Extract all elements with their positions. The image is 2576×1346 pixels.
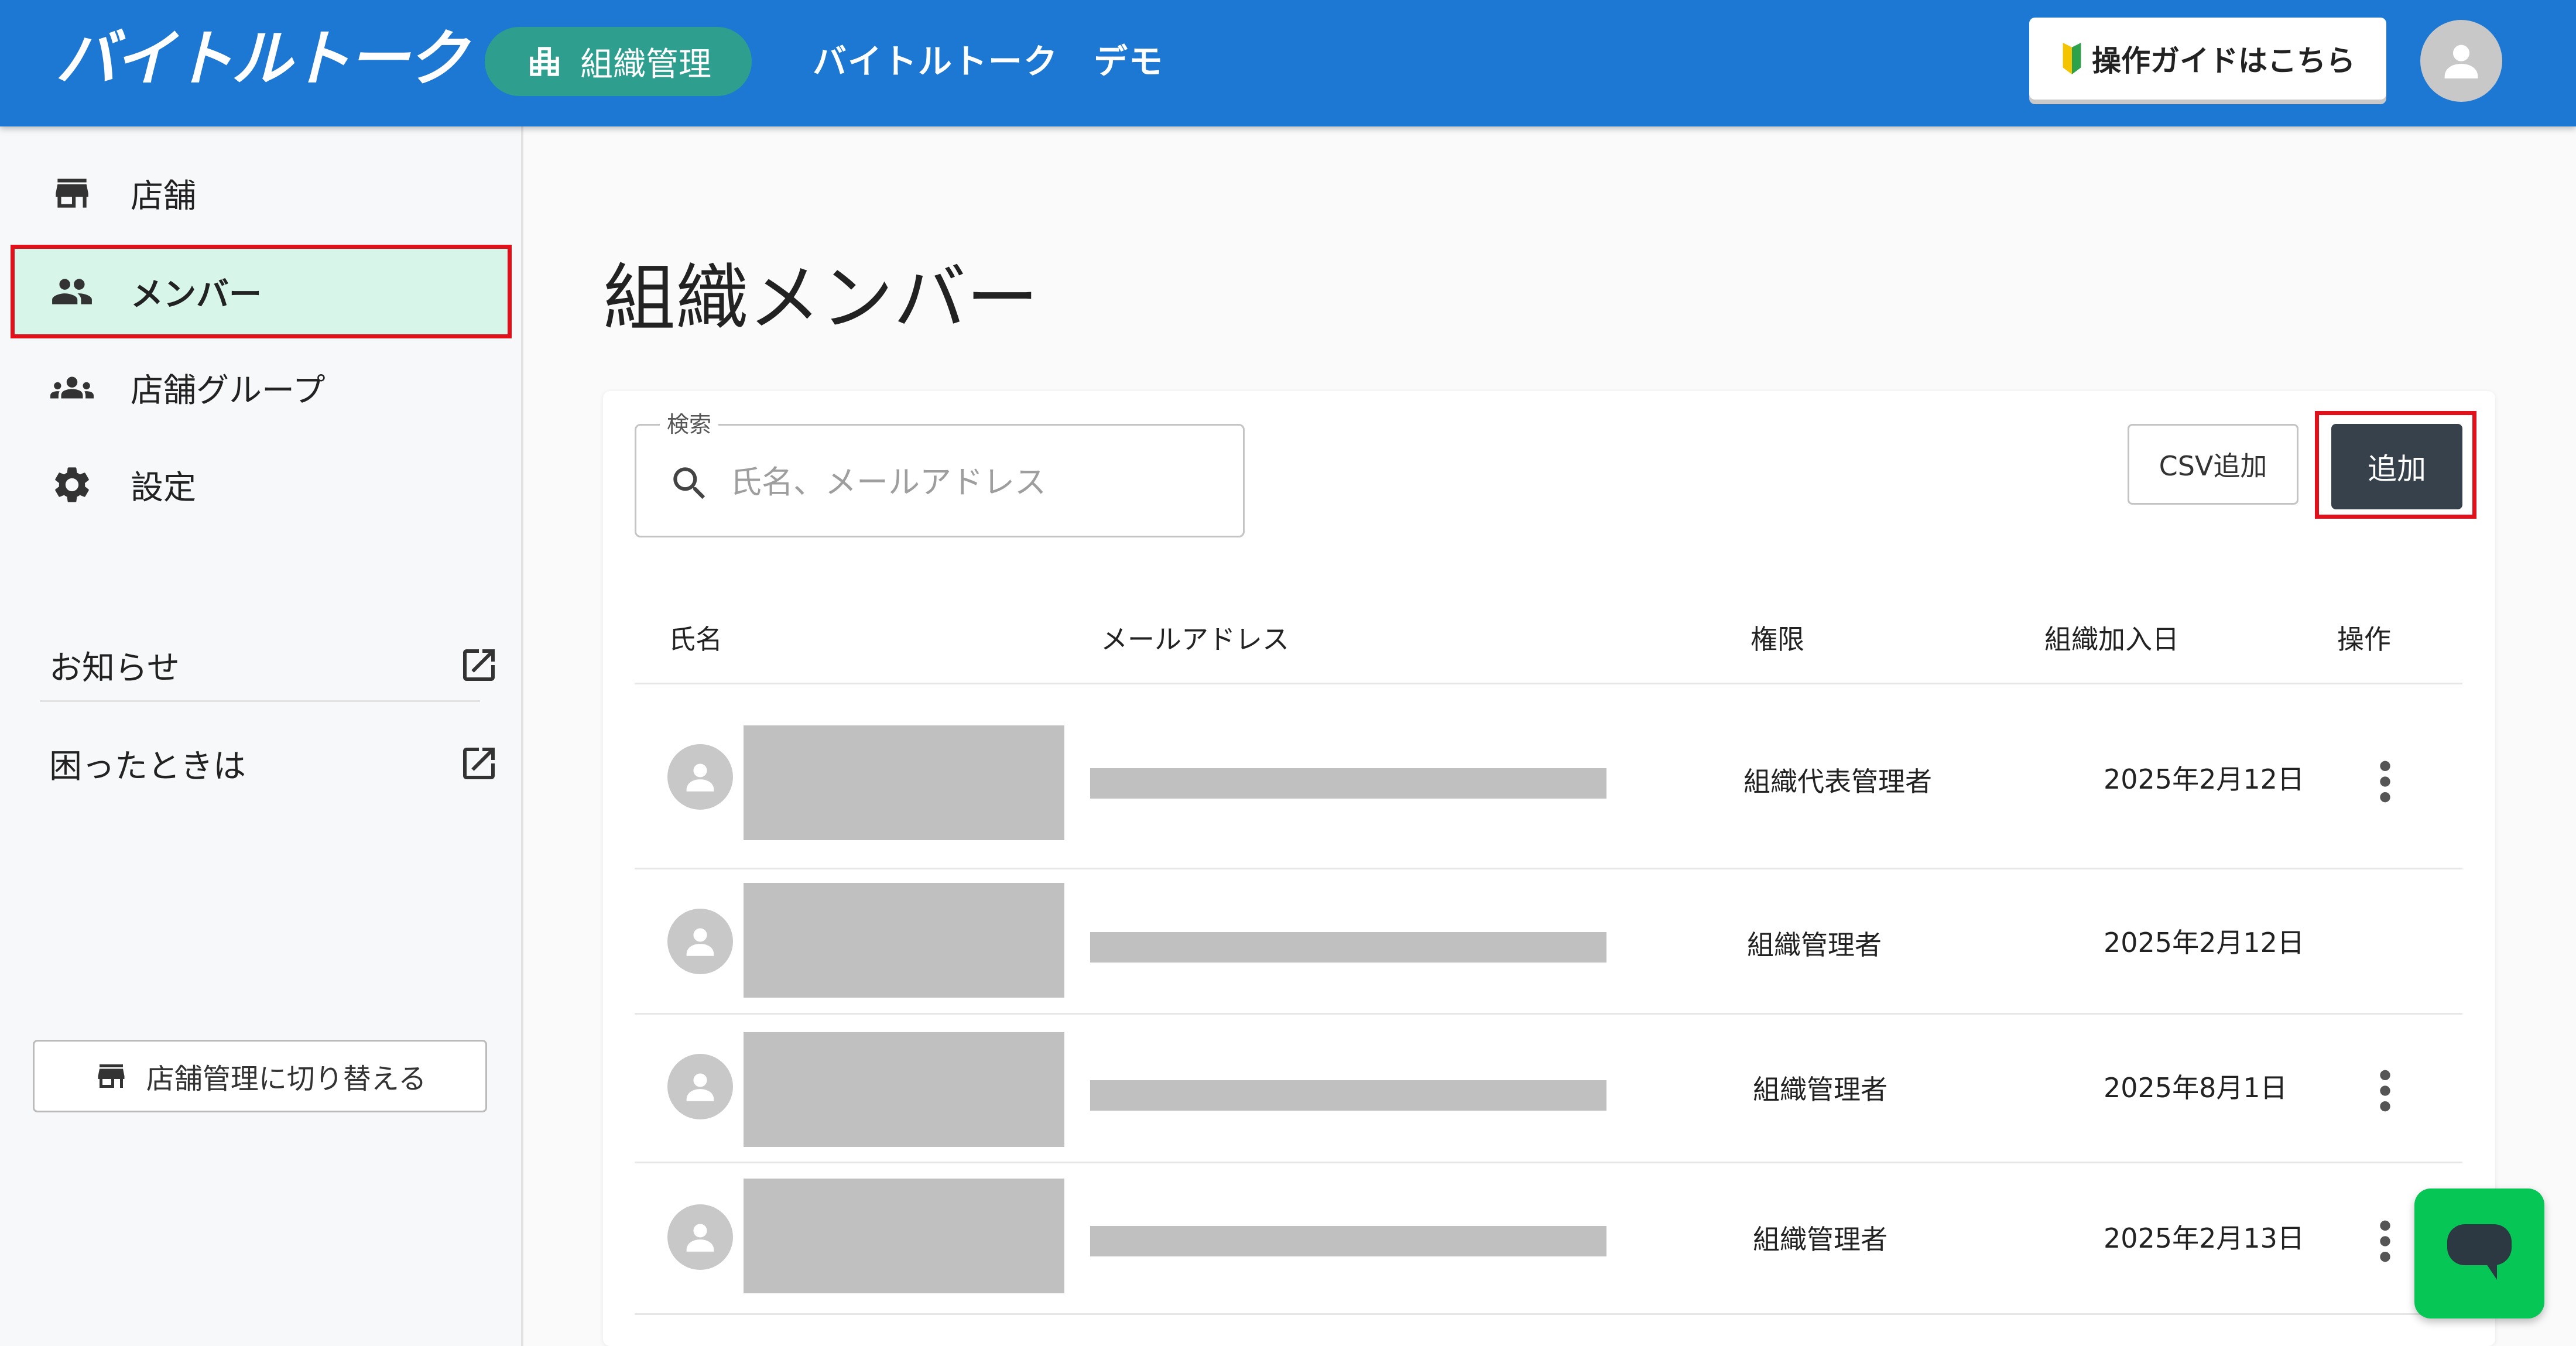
redacted-email xyxy=(1090,932,1606,963)
person-icon xyxy=(686,928,714,956)
person-icon xyxy=(686,1073,714,1101)
member-joined-date: 2025年8月1日 xyxy=(2104,1072,2287,1104)
switch-to-store-management-button[interactable]: 店舗管理に切り替える xyxy=(33,1040,487,1112)
redacted-email xyxy=(1090,768,1606,799)
member-avatar xyxy=(667,744,733,810)
store-icon xyxy=(98,1064,125,1088)
sidebar-item-label: 店舗 xyxy=(131,177,196,215)
organization-name: バイトルトーク デモ xyxy=(813,42,1164,81)
redacted-email xyxy=(1090,1226,1606,1256)
app-logo[interactable]: バイトルトーク xyxy=(56,23,468,94)
member-joined-date: 2025年2月12日 xyxy=(2104,927,2304,958)
external-link-icon xyxy=(463,649,495,681)
search-icon xyxy=(673,467,705,499)
column-header-joined: 組織加入日 xyxy=(2044,624,2179,655)
sidebar-item-label: メンバー xyxy=(131,275,262,314)
groups-icon xyxy=(50,376,94,399)
table-row: 組織管理者 2025年8月1日 xyxy=(635,1015,2462,1163)
building-icon xyxy=(530,47,559,76)
sidebar-item-stores[interactable]: 店舗 xyxy=(11,146,512,240)
chat-support-button[interactable] xyxy=(2414,1189,2544,1318)
column-header-role: 権限 xyxy=(1751,624,1804,655)
column-header-email: メールアドレス xyxy=(1101,624,1289,655)
sidebar-link-label: お知らせ xyxy=(49,649,180,687)
sidebar: 店舗 メンバー 店舗グループ 設定 お知らせ 困ったときは 店舗管理に切り替える xyxy=(0,126,523,1346)
search-field[interactable]: 検索 xyxy=(635,410,1245,537)
table-row: 組織管理者 2025年2月13日 xyxy=(635,1163,2462,1315)
member-avatar xyxy=(667,1204,733,1270)
sidebar-link-label: 困ったときは xyxy=(49,747,246,786)
sidebar-item-label: 店舗グループ xyxy=(131,371,326,410)
member-avatar xyxy=(667,1054,733,1119)
sidebar-divider xyxy=(40,700,480,702)
member-avatar xyxy=(667,909,733,974)
external-link-icon xyxy=(463,748,495,779)
app-header: バイトルトーク 組織管理 バイトルトーク デモ 操作ガイドはこちら xyxy=(0,0,2576,126)
people-icon xyxy=(52,279,92,304)
page-title: 組織メンバー xyxy=(603,256,1039,341)
org-management-chip[interactable]: 組織管理 xyxy=(485,27,752,96)
member-role: 組織管理者 xyxy=(1747,929,1882,961)
guide-button-label: 操作ガイドはこちら xyxy=(2092,44,2355,78)
sidebar-link-help[interactable]: 困ったときは xyxy=(49,728,500,799)
sidebar-item-members[interactable]: メンバー xyxy=(11,245,512,338)
member-role: 組織代表管理者 xyxy=(1743,766,1932,797)
search-input[interactable] xyxy=(729,455,1223,509)
member-role: 組織管理者 xyxy=(1753,1224,1888,1255)
beginner-mark-icon xyxy=(2063,43,2081,74)
member-joined-date: 2025年2月13日 xyxy=(2104,1222,2304,1254)
more-actions-icon[interactable] xyxy=(2373,1218,2397,1265)
sidebar-item-settings[interactable]: 設定 xyxy=(11,438,512,532)
person-icon xyxy=(2444,44,2478,78)
member-role: 組織管理者 xyxy=(1753,1074,1888,1105)
sidebar-item-label: 設定 xyxy=(131,468,196,507)
member-joined-date: 2025年2月12日 xyxy=(2104,763,2304,795)
sidebar-item-store-groups[interactable]: 店舗グループ xyxy=(11,341,512,434)
more-actions-icon[interactable] xyxy=(2373,758,2397,805)
user-avatar[interactable] xyxy=(2420,20,2502,102)
table-header: 氏名 メールアドレス 権限 組織加入日 操作 xyxy=(635,596,2462,684)
csv-add-button[interactable]: CSV追加 xyxy=(2128,424,2298,505)
members-card: 検索 CSV追加 追加 氏名 メールアドレス 権限 組織加入日 操作 組織代表管… xyxy=(603,391,2495,1346)
operation-guide-button[interactable]: 操作ガイドはこちら xyxy=(2029,18,2386,100)
org-chip-label: 組織管理 xyxy=(580,45,711,84)
table-row: 組織代表管理者 2025年2月12日 xyxy=(635,684,2462,869)
redacted-name xyxy=(744,1179,1064,1293)
sidebar-link-news[interactable]: お知らせ xyxy=(49,630,500,700)
column-header-name: 氏名 xyxy=(669,624,722,655)
search-legend: 検索 xyxy=(660,410,719,439)
more-actions-icon[interactable] xyxy=(2373,1067,2397,1114)
column-header-actions: 操作 xyxy=(2337,624,2391,655)
person-icon xyxy=(686,1224,714,1252)
gear-icon xyxy=(55,467,89,502)
redacted-name xyxy=(744,883,1064,998)
table-row: 組織管理者 2025年2月12日 xyxy=(635,869,2462,1015)
add-member-button[interactable]: 追加 xyxy=(2331,424,2462,509)
redacted-name xyxy=(744,1032,1064,1147)
chat-bubble-icon xyxy=(2447,1224,2512,1280)
person-icon xyxy=(686,763,714,792)
redacted-email xyxy=(1090,1080,1606,1111)
redacted-name xyxy=(744,725,1064,840)
store-icon xyxy=(56,179,88,208)
switch-button-label: 店舗管理に切り替える xyxy=(146,1063,427,1095)
